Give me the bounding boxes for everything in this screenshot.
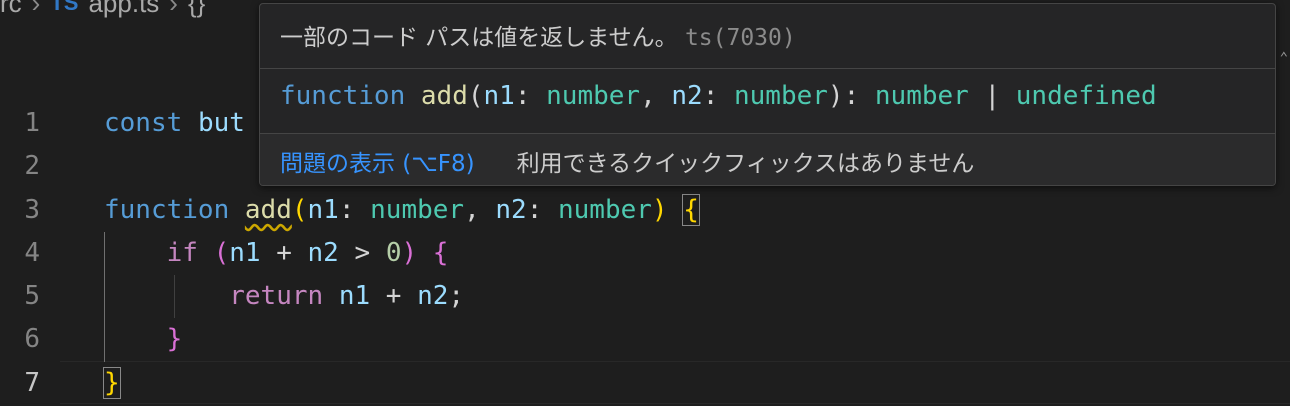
diagnostic-text: 一部のコード パスは値を返しません。: [280, 25, 678, 51]
paren: (: [213, 237, 230, 268]
type: number: [370, 194, 465, 225]
type: number: [734, 81, 828, 111]
keyword: return: [229, 280, 324, 311]
paren: (: [291, 194, 308, 225]
union-operator: |: [968, 81, 1016, 111]
scroll-indicator-icon: ⌃: [1279, 50, 1288, 66]
breadcrumb-separator: ›: [31, 0, 41, 18]
line-content: }: [103, 366, 121, 399]
line-number: 7: [24, 367, 40, 398]
line-number: 3: [24, 194, 40, 225]
paren: ): [651, 194, 668, 225]
brace: }: [166, 323, 183, 354]
return-type: number: [874, 81, 969, 111]
line-number: 2: [24, 150, 40, 181]
paren: (: [467, 81, 484, 111]
parameter: n2: [671, 81, 703, 111]
operator: >: [338, 237, 386, 268]
parameter: n1: [483, 81, 515, 111]
identifier: n1: [229, 237, 261, 268]
line-content: }: [104, 323, 183, 354]
line-number: 6: [24, 323, 40, 354]
identifier: n2: [417, 280, 449, 311]
identifier: n2: [307, 237, 339, 268]
hover-status-bar: 問題の表示 (⌥F8) 利用できるクイックフィックスはありません: [260, 134, 1275, 185]
diagnostic-message: 一部のコード パスは値を返しません。 ts(7030): [280, 18, 796, 52]
number-literal: 0: [385, 237, 402, 268]
function-signature: function add(n1: number, n2: number): nu…: [280, 81, 1157, 111]
typescript-file-icon: TS: [50, 0, 79, 15]
breadcrumb-file[interactable]: app.ts: [88, 0, 159, 19]
paren: ): [401, 237, 418, 268]
code-line[interactable]: 4 if (n1 + n2 > 0) {: [0, 231, 1290, 274]
operator: +: [370, 280, 418, 311]
identifier: n1: [338, 280, 371, 311]
matching-brace: {: [682, 193, 700, 226]
error-code: ts(7030): [684, 25, 796, 51]
breadcrumb-separator: ›: [169, 0, 178, 18]
line-content: return n1 + n2;: [104, 281, 464, 311]
line-number: 5: [24, 280, 40, 311]
line-content: const but: [104, 108, 245, 138]
punctuation: :: [514, 81, 547, 111]
punctuation: ):: [827, 81, 875, 111]
punctuation: ,: [640, 81, 672, 111]
code-editor[interactable]: rc › TS app.ts › {} 1 const but 2 3 func…: [0, 0, 1290, 406]
symbol-icon: {}: [187, 0, 206, 18]
line-content: function add(n1: number, n2: number) {: [104, 193, 700, 226]
code-line[interactable]: 7 }: [0, 361, 1290, 404]
keyword: function: [104, 194, 230, 225]
punctuation: :: [526, 194, 558, 225]
hover-tooltip: 一部のコード パスは値を返しません。 ts(7030) function add…: [259, 3, 1276, 186]
no-quick-fix-text: 利用できるクイックフィックスはありません: [516, 150, 975, 177]
line-number: 4: [24, 237, 40, 268]
keyword: if: [166, 237, 198, 268]
code-line[interactable]: 3 function add(n1: number, n2: number) {: [0, 188, 1290, 231]
breadcrumb-folder[interactable]: rc: [0, 0, 22, 19]
keyword: function: [280, 81, 406, 111]
code-line[interactable]: 5 return n1 + n2;: [0, 274, 1290, 317]
punctuation: :: [702, 81, 734, 111]
line-content: if (n1 + n2 > 0) {: [104, 237, 449, 268]
function-name-warning[interactable]: add: [245, 195, 292, 225]
type: number: [558, 194, 652, 225]
brace: {: [432, 237, 449, 268]
punctuation: ,: [464, 194, 496, 225]
punctuation: :: [338, 194, 371, 225]
line-number: 1: [24, 107, 40, 138]
matching-brace: }: [103, 366, 121, 399]
code-line[interactable]: 6 }: [0, 317, 1290, 360]
parameter: n1: [307, 194, 339, 225]
operator: +: [260, 237, 308, 268]
return-type: undefined: [1015, 81, 1157, 111]
type: number: [546, 81, 641, 111]
divider: [260, 68, 1275, 69]
identifier: but: [197, 107, 245, 138]
function-name: add: [420, 81, 468, 111]
view-problem-link[interactable]: 問題の表示 (⌥F8): [280, 144, 475, 178]
punctuation: ;: [448, 280, 465, 311]
parameter: n2: [495, 194, 527, 225]
keyword: const: [104, 107, 183, 138]
